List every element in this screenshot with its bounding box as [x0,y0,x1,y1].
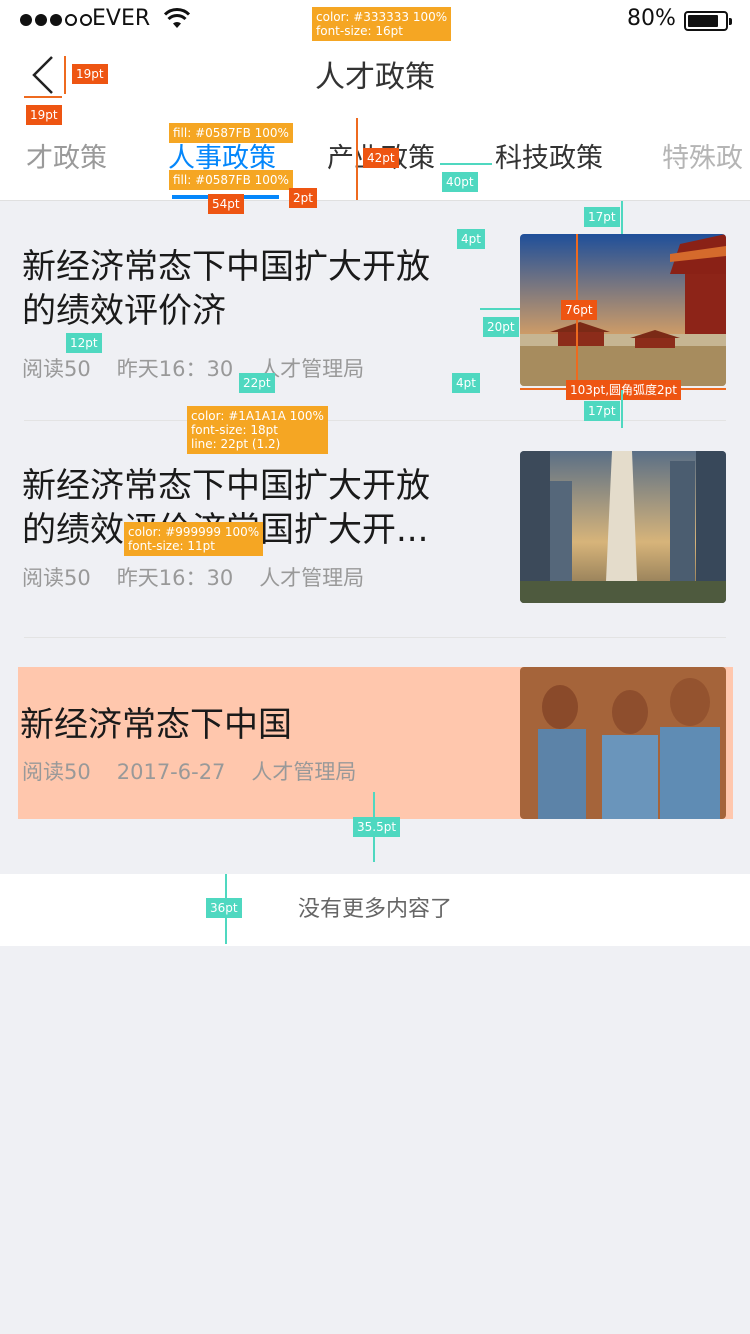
article-source: 人才管理局 [259,357,365,381]
tab-talent-policy[interactable]: 才政策 [26,136,107,175]
publish-time: 昨天16：30 [116,357,234,381]
signal-icon [20,14,92,26]
section-gap [0,853,750,874]
publish-time: 昨天16：30 [116,566,234,590]
article-meta: 阅读50 昨天16：30 人才管理局 [22,353,390,383]
annotation-img-bottom: 17pt [584,401,620,421]
annotation-line: color: #1A1A1A 100% [191,409,324,423]
annotation-guide [480,308,520,310]
annotation-meta-bottom: 4pt [452,373,480,393]
read-count: 阅读50 [22,357,91,381]
annotation-tab-height: 42pt [363,148,399,168]
page-title: 人才政策 [315,60,435,95]
annotation-tab-gap: 40pt [442,172,478,192]
annotation-img-top: 17pt [584,207,620,227]
article-card-3[interactable]: 新经济常态下中国 阅读50 2017-6-27 人才管理局 [18,667,733,819]
annotation-tab-fill: fill: #0587FB 100% [169,123,293,143]
wifi-icon [164,8,190,28]
annotation-card-bottom: 35.5pt [353,817,401,837]
annotation-guide [24,96,62,98]
annotation-line: color: #333333 100% [316,10,448,24]
annotation-nav-title-spec: color: #333333 100% font-size: 16pt [312,7,452,41]
divider [24,637,726,638]
annotation-underline-fill: fill: #0587FB 100% [169,170,293,190]
tab-special-policy[interactable]: 特殊政 [662,136,743,175]
annotation-line: color: #999999 100% [128,525,260,539]
tab-tech-policy[interactable]: 科技政策 [495,136,603,175]
article-thumbnail [520,667,726,819]
carrier-name: EVER [92,6,151,31]
annotation-line: font-size: 16pt [316,24,403,38]
annotation-underline-height: 2pt [289,188,317,208]
annotation-meta-spec: color: #999999 100% font-size: 11pt [124,522,264,556]
article-card-2[interactable]: 新经济常态下中国扩大开放的绩效评价济常国扩大开... 阅读50昨天16：30人才… [0,421,750,637]
read-count: 阅读50 [22,566,91,590]
annotation-meta-left: 12pt [66,333,102,353]
annotation-line: font-size: 18pt [191,423,278,437]
annotation-title-gap: 4pt [457,229,485,249]
annotation-guide [440,163,492,165]
annotation-guide [356,118,358,200]
forbidden-city-photo [520,234,726,386]
annotation-footer-height: 36pt [206,898,242,918]
annotation-guide [64,56,66,94]
annotation-meta-gap: 22pt [239,373,275,393]
battery-icon [684,11,732,31]
article-title: 新经济常态下中国扩大开放的绩效评价济 [22,247,430,331]
annotation-line: line: 22pt (1.2) [191,437,281,451]
read-count: 阅读50 [22,760,91,784]
battery-percentage: 80% [627,6,676,31]
no-more-content: 没有更多内容了 [0,874,750,946]
annotation-img-height: 76pt [561,300,597,320]
annotation-title-spec: color: #1A1A1A 100% font-size: 18pt line… [187,406,328,454]
annotation-text-img-gap: 20pt [483,317,519,337]
annotation-back-height: 19pt [72,64,108,84]
annotation-line: font-size: 11pt [128,539,215,553]
city-skyline-photo [520,451,726,603]
annotation-img-size: 103pt,圆角弧度2pt [566,380,681,400]
basketball-players-photo [520,667,726,819]
article-title: 新经济常态下中国 [20,705,292,745]
annotation-guide [621,201,623,234]
article-source: 人才管理局 [259,566,365,590]
article-meta: 阅读50 2017-6-27 人才管理局 [22,756,382,786]
article-thumbnail [520,451,726,603]
article-thumbnail [520,234,726,386]
article-meta: 阅读50 昨天16：30 人才管理局 [22,562,390,592]
article-source: 人才管理局 [251,760,357,784]
annotation-underline-width: 54pt [208,194,244,214]
annotation-back-width: 19pt [26,105,62,125]
annotation-guide [621,390,623,428]
publish-time: 2017-6-27 [116,760,226,784]
